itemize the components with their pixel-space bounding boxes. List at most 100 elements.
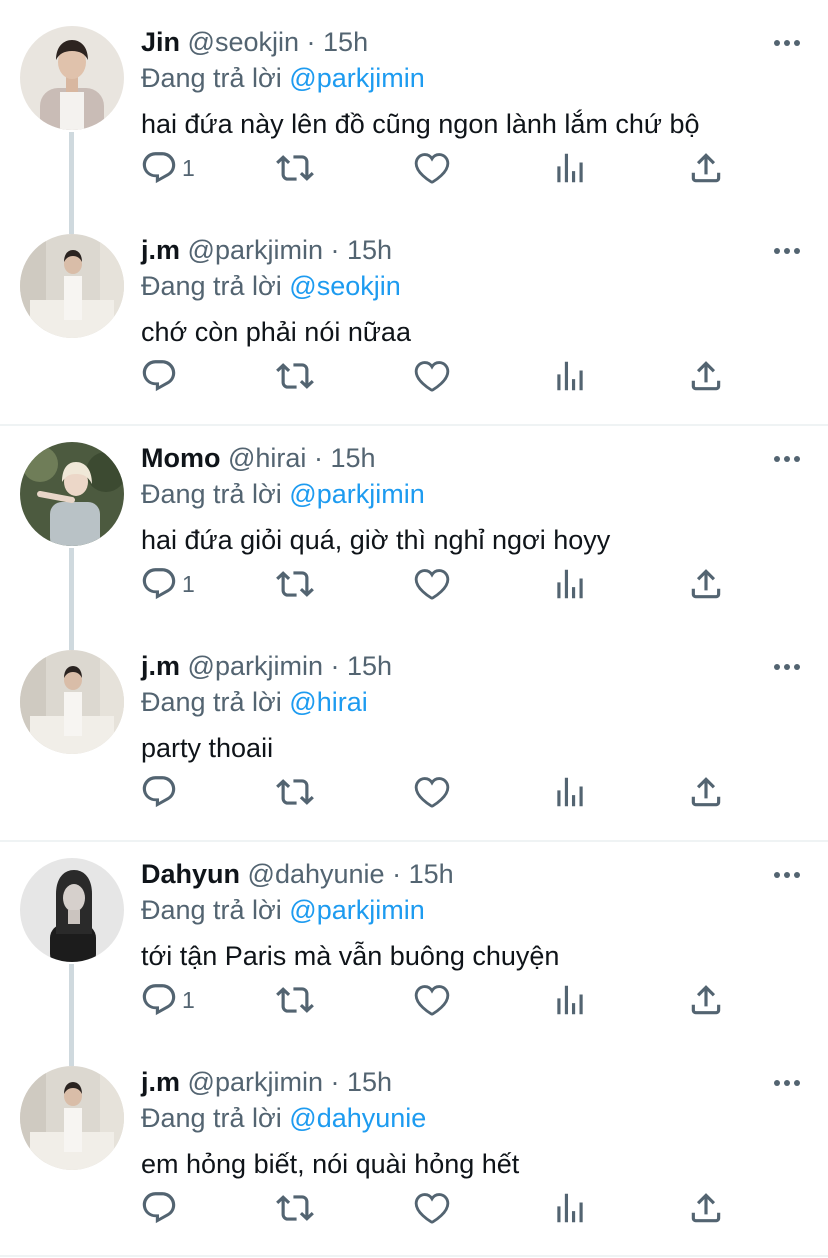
like-icon[interactable]: [413, 1188, 451, 1228]
timestamp[interactable]: 15h: [409, 859, 454, 889]
retweet-icon[interactable]: [276, 564, 314, 604]
more-horizontal-icon[interactable]: [772, 657, 802, 677]
thread-divider: [0, 1255, 828, 1257]
reply-icon[interactable]: [140, 564, 178, 604]
timestamp[interactable]: 15h: [330, 443, 375, 473]
replying-to-label: Đang trả lời: [141, 479, 282, 509]
tweet[interactable]: j.m @parkjimin · 15h Đang trả lời @seokj…: [0, 208, 828, 416]
user-handle[interactable]: @dahyunie: [248, 859, 385, 889]
tweet-text: hai đứa giỏi quá, giờ thì nghỉ ngơi hoyy: [141, 525, 611, 555]
share-icon[interactable]: [687, 772, 725, 812]
reply-count: 1: [182, 155, 195, 181]
retweet-icon[interactable]: [276, 356, 314, 396]
reply-icon[interactable]: [140, 1188, 178, 1228]
display-name[interactable]: j.m: [141, 1067, 180, 1097]
user-handle[interactable]: @parkjimin: [188, 1067, 323, 1097]
mention-link[interactable]: @parkjimin: [289, 479, 424, 509]
avatar[interactable]: [20, 858, 124, 962]
retweet-icon[interactable]: [276, 772, 314, 812]
mention-link[interactable]: @parkjimin: [289, 63, 424, 93]
mention-link[interactable]: @dahyunie: [289, 1103, 426, 1133]
mention-link[interactable]: @seokjin: [289, 271, 400, 301]
analytics-icon[interactable]: [551, 980, 589, 1020]
separator-dot: ·: [306, 27, 316, 57]
reply-count: 1: [182, 571, 195, 597]
display-name[interactable]: j.m: [141, 235, 180, 265]
user-handle[interactable]: @hirai: [228, 443, 306, 473]
replying-to-label: Đang trả lời: [141, 687, 282, 717]
more-horizontal-icon[interactable]: [772, 241, 802, 261]
reply-icon[interactable]: [140, 772, 178, 812]
tweet[interactable]: Momo @hirai · 15h Đang trả lời @parkjimi…: [0, 416, 828, 650]
separator-dot: ·: [330, 651, 340, 681]
user-handle[interactable]: @seokjin: [188, 27, 299, 57]
replying-to: Đang trả lời @hirai: [141, 684, 368, 720]
analytics-icon[interactable]: [551, 356, 589, 396]
separator-dot: ·: [330, 1067, 340, 1097]
display-name[interactable]: j.m: [141, 651, 180, 681]
retweet-icon[interactable]: [276, 1188, 314, 1228]
display-name[interactable]: Momo: [141, 443, 220, 473]
tweet[interactable]: Jin @seokjin · 15h Đang trả lời @parkjim…: [0, 0, 828, 234]
tweet-actions: 1: [0, 564, 828, 604]
share-icon[interactable]: [687, 356, 725, 396]
avatar[interactable]: [20, 234, 124, 338]
share-icon[interactable]: [687, 980, 725, 1020]
tweet[interactable]: Dahyun @dahyunie · 15h Đang trả lời @par…: [0, 832, 828, 1066]
reply-count: 1: [182, 987, 195, 1013]
tweet-text: chớ còn phải nói nữaa: [141, 317, 411, 347]
timestamp[interactable]: 15h: [323, 27, 368, 57]
reply-icon[interactable]: [140, 148, 178, 188]
replying-to-label: Đang trả lời: [141, 1103, 282, 1133]
tweet[interactable]: j.m @parkjimin · 15h Đang trả lời @hirai…: [0, 624, 828, 832]
share-icon[interactable]: [687, 148, 725, 188]
tweet-actions: 1: [0, 148, 828, 188]
tweet-actions: [0, 772, 828, 812]
retweet-icon[interactable]: [276, 980, 314, 1020]
avatar[interactable]: [20, 1066, 124, 1170]
timestamp[interactable]: 15h: [347, 1067, 392, 1097]
reply-icon[interactable]: [140, 356, 178, 396]
share-icon[interactable]: [687, 564, 725, 604]
replying-to: Đang trả lời @parkjimin: [141, 60, 425, 96]
tweet-actions: [0, 356, 828, 396]
analytics-icon[interactable]: [551, 564, 589, 604]
replying-to-label: Đang trả lời: [141, 271, 282, 301]
mention-link[interactable]: @parkjimin: [289, 895, 424, 925]
timestamp[interactable]: 15h: [347, 235, 392, 265]
tweet-text: hai đứa này lên đồ cũng ngon lành lắm ch…: [141, 109, 700, 139]
display-name[interactable]: Jin: [141, 27, 180, 57]
like-icon[interactable]: [413, 148, 451, 188]
share-icon[interactable]: [687, 1188, 725, 1228]
retweet-icon[interactable]: [276, 148, 314, 188]
timestamp[interactable]: 15h: [347, 651, 392, 681]
like-icon[interactable]: [413, 980, 451, 1020]
more-horizontal-icon[interactable]: [772, 865, 802, 885]
tweet-actions: 1: [0, 980, 828, 1020]
user-handle[interactable]: @parkjimin: [188, 235, 323, 265]
like-icon[interactable]: [413, 356, 451, 396]
user-handle[interactable]: @parkjimin: [188, 651, 323, 681]
more-horizontal-icon[interactable]: [772, 449, 802, 469]
avatar[interactable]: [20, 650, 124, 754]
like-icon[interactable]: [413, 564, 451, 604]
replying-to-label: Đang trả lời: [141, 63, 282, 93]
tweet-text: em hỏng biết, nói quài hỏng hết: [141, 1149, 520, 1179]
avatar[interactable]: [20, 26, 124, 130]
replying-to: Đang trả lời @parkjimin: [141, 476, 425, 512]
tweet-text: tới tận Paris mà vẫn buông chuyện: [141, 941, 560, 971]
replying-to: Đang trả lời @seokjin: [141, 268, 401, 304]
reply-icon[interactable]: [140, 980, 178, 1020]
tweet-text: party thoaii: [141, 733, 274, 763]
analytics-icon[interactable]: [551, 1188, 589, 1228]
tweet[interactable]: j.m @parkjimin · 15h Đang trả lời @dahyu…: [0, 1040, 828, 1248]
mention-link[interactable]: @hirai: [289, 687, 367, 717]
analytics-icon[interactable]: [551, 148, 589, 188]
display-name[interactable]: Dahyun: [141, 859, 240, 889]
more-horizontal-icon[interactable]: [772, 33, 802, 53]
tweet-actions: [0, 1188, 828, 1228]
avatar[interactable]: [20, 442, 124, 546]
analytics-icon[interactable]: [551, 772, 589, 812]
more-horizontal-icon[interactable]: [772, 1073, 802, 1093]
like-icon[interactable]: [413, 772, 451, 812]
